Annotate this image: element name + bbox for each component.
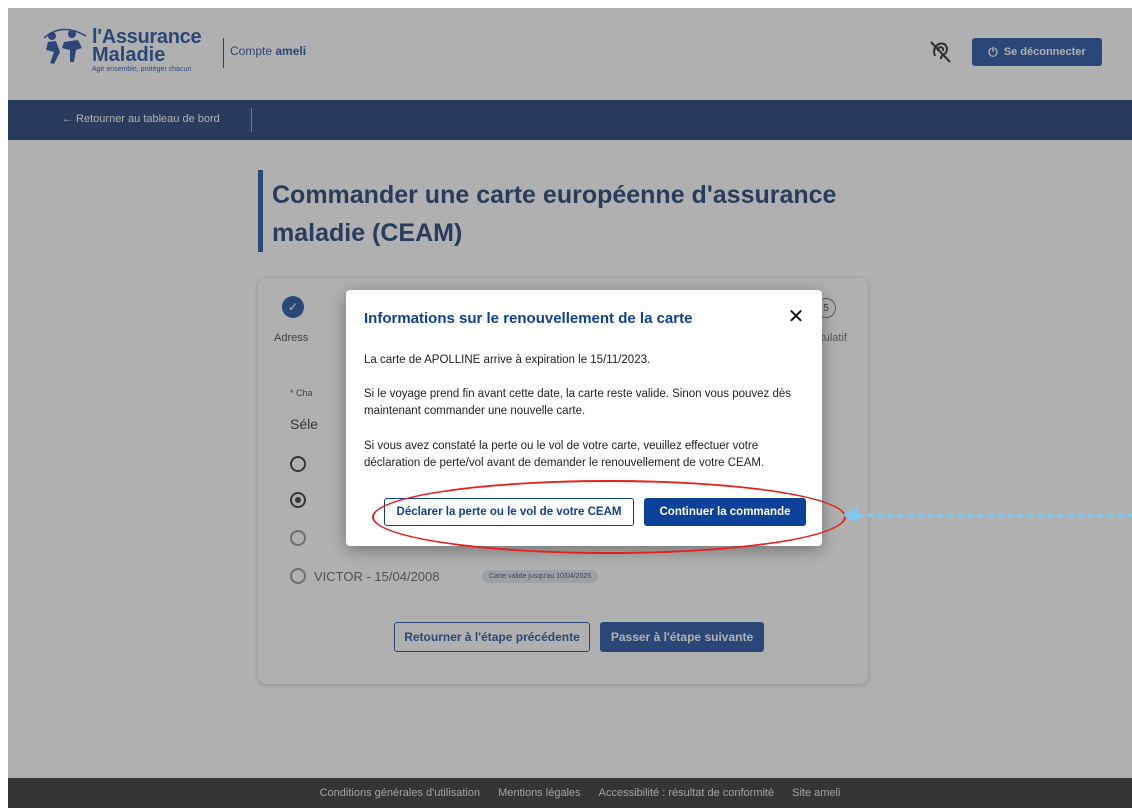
expiry-notice: La carte de APOLLINE arrive à expiration… bbox=[364, 354, 651, 366]
dialog-title: Informations sur le renouvellement de la… bbox=[364, 310, 693, 327]
page: l'Assurance Maladie Agir ensemble, proté… bbox=[8, 8, 1132, 808]
annotation-highlight-ellipse bbox=[372, 480, 846, 554]
loss-theft-notice: Si vous avez constaté la perte ou le vol… bbox=[364, 440, 765, 469]
close-icon[interactable]: ✕ bbox=[784, 304, 808, 328]
annotation-arrow-icon bbox=[842, 507, 1132, 523]
travel-validity-notice: Si le voyage prend fin avant cette date,… bbox=[364, 388, 792, 417]
